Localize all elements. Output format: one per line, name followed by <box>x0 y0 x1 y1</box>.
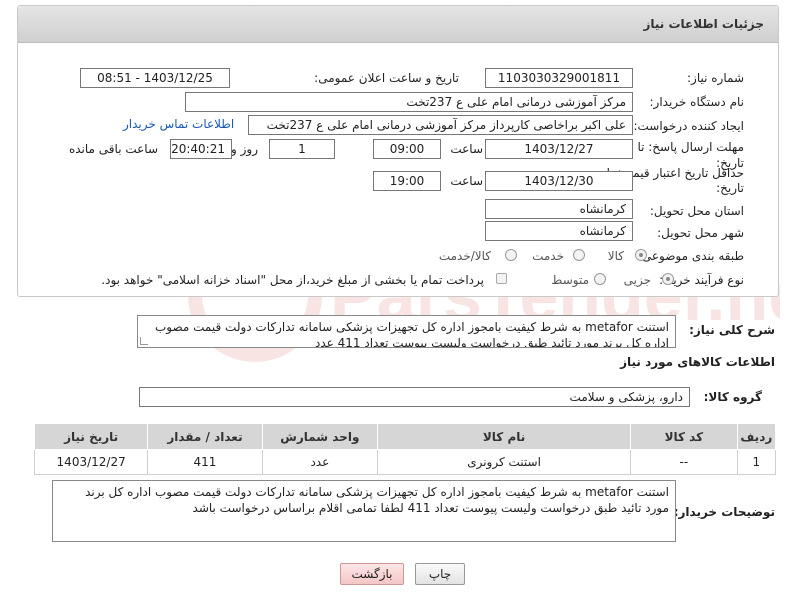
cell-date: 1403/12/27 <box>33 449 149 475</box>
cell-name: استنت کرونری <box>377 449 631 475</box>
province-field: کرمانشاه <box>485 199 633 219</box>
category-radio-goods[interactable] <box>635 249 647 261</box>
buyer-label: نام دستگاه خریدار: <box>649 95 745 109</box>
validity-date-field: 1403/12/30 <box>485 171 633 191</box>
deadline-time-field: 09:00 <box>373 139 441 159</box>
purchase-radio-medium[interactable] <box>594 273 606 285</box>
announce-label: تاریخ و ساعت اعلان عمومی: <box>314 71 459 85</box>
category-option-service: خدمت <box>532 249 564 263</box>
col-quantity: تعداد / مقدار <box>147 423 263 450</box>
category-label: طبقه بندی موضوعی: <box>637 249 744 263</box>
purchase-option-medium: متوسط <box>551 273 589 287</box>
back-button[interactable]: بازگشت <box>340 563 404 585</box>
description-label: شرح کلی نیاز: <box>689 323 775 337</box>
panel-title: جزئیات اطلاعات نیاز <box>643 17 764 31</box>
buyer-contact-link[interactable]: اطلاعات تماس خریدار <box>123 117 234 131</box>
cell-code: -- <box>630 449 738 475</box>
validity-time-label: ساعت <box>450 174 483 188</box>
purchase-radio-minor[interactable] <box>662 273 674 285</box>
remaining-time-field: 20:40:21 <box>170 139 232 159</box>
print-button[interactable]: چاپ <box>415 563 465 585</box>
city-label: شهر محل تحویل: <box>657 226 744 240</box>
days-label: روز و <box>231 142 258 156</box>
payment-note: پرداخت تمام یا بخشی از مبلغ خرید،از محل … <box>101 273 484 287</box>
buyer-field: مرکز آموزشی درمانی امام علی ع 237تخت <box>185 92 633 112</box>
need-number-label: شماره نیاز: <box>687 71 744 85</box>
remaining-label: ساعت باقی مانده <box>68 142 158 156</box>
col-row: ردیف <box>736 423 777 450</box>
table-row: 1 -- استنت کرونری عدد 411 1403/12/27 <box>33 449 777 475</box>
validity-time-field: 19:00 <box>373 171 441 191</box>
col-unit: واحد شمارش <box>261 423 379 450</box>
need-number-field: 1103030329001811 <box>485 68 633 88</box>
treasury-checkbox[interactable] <box>496 273 507 284</box>
description-text: استنت metafor به شرط کیفیت بامجوز اداره … <box>155 320 669 348</box>
deadline-time-label: ساعت <box>450 142 483 156</box>
cell-unit: عدد <box>261 449 379 475</box>
deadline-date-field: 1403/12/27 <box>485 139 633 159</box>
goods-group-label: گروه کالا: <box>703 390 762 404</box>
category-option-both: کالا/خدمت <box>438 249 491 263</box>
col-code: کد کالا <box>630 423 738 450</box>
goods-group-field: دارو، پزشکی و سلامت <box>139 387 690 407</box>
category-radio-service[interactable] <box>573 249 585 261</box>
col-name: نام کالا <box>377 423 631 450</box>
validity-label-date: تاریخ: <box>716 181 744 195</box>
province-label: استان محل تحویل: <box>649 204 744 218</box>
category-radio-both[interactable] <box>505 249 517 261</box>
creator-label: ایجاد کننده درخواست: <box>633 119 744 133</box>
purchase-option-minor: جزیی <box>623 273 651 287</box>
creator-field: علی اکبر براخاصی کارپرداز مرکز آموزشی در… <box>248 115 633 135</box>
days-field: 1 <box>269 139 335 159</box>
cell-row: 1 <box>736 449 777 475</box>
category-option-goods: کالا <box>607 249 624 263</box>
col-date: تاریخ نیاز <box>33 423 149 450</box>
city-field: کرمانشاه <box>485 221 633 241</box>
description-textarea: استنت metafor به شرط کیفیت بامجوز اداره … <box>137 315 676 348</box>
buyer-notes-textarea: استنت metafor به شرط کیفیت بامجوز اداره … <box>52 480 676 542</box>
announce-field: 1403/12/25 - 08:51 <box>80 68 230 88</box>
goods-info-title: اطلاعات کالاهای مورد نیاز <box>620 355 775 369</box>
resize-handle-icon[interactable] <box>140 337 148 345</box>
items-table: ردیف کد کالا نام کالا واحد شمارش تعداد /… <box>33 423 777 475</box>
buyer-notes-label: توضیحات خریدار: <box>673 505 775 519</box>
buyer-notes-text: استنت metafor به شرط کیفیت بامجوز اداره … <box>85 485 669 515</box>
deadline-label: مهلت ارسال پاسخ: تا <box>637 140 744 154</box>
cell-quantity: 411 <box>147 449 263 475</box>
table-header-row: ردیف کد کالا نام کالا واحد شمارش تعداد /… <box>33 423 777 450</box>
panel-header: جزئیات اطلاعات نیاز <box>18 6 778 43</box>
